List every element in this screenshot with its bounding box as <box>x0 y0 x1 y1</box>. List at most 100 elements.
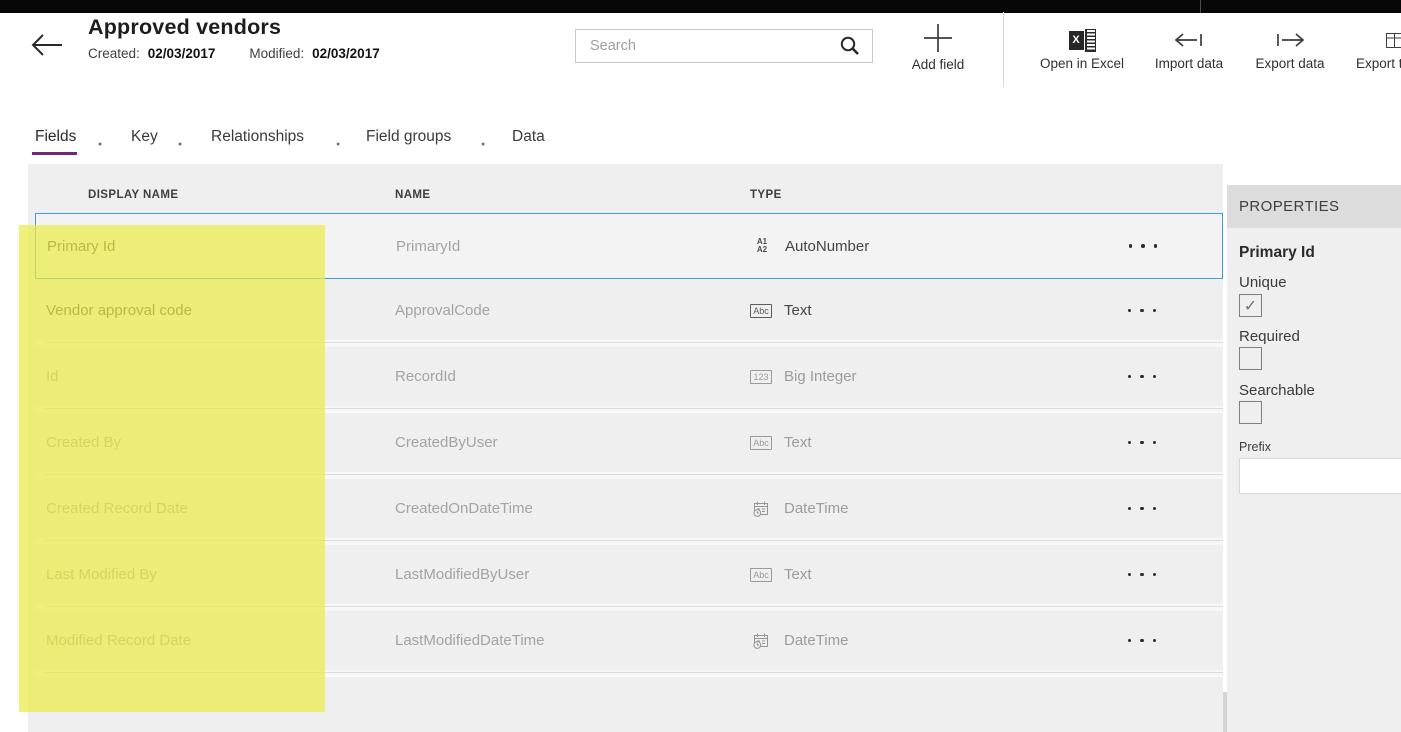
calendar-clock-icon <box>748 500 774 518</box>
plus-icon <box>898 22 978 56</box>
export-template-label: Export t <box>1356 56 1401 71</box>
row-type: AutoNumber <box>785 238 869 255</box>
top-bar-divider <box>1200 0 1201 13</box>
row-name: LastModifiedByUser <box>395 545 529 604</box>
row-display-name: Vendor approval code <box>46 281 192 340</box>
table-row-approval-code[interactable]: Vendor approval code ApprovalCode Abc Te… <box>35 281 1223 340</box>
open-in-excel-label: Open in Excel <box>1032 56 1132 71</box>
import-arrow-icon <box>1147 24 1231 56</box>
calendar-clock-icon <box>748 632 774 650</box>
unique-checkbox[interactable] <box>1239 294 1262 317</box>
row-type: Text <box>784 434 812 451</box>
row-actions-ellipsis[interactable] <box>1111 214 1175 278</box>
active-tab-underline <box>32 152 77 155</box>
searchable-checkbox[interactable] <box>1239 401 1262 424</box>
row-type: Text <box>784 302 812 319</box>
required-label: Required <box>1239 328 1300 345</box>
row-actions-ellipsis[interactable] <box>1110 479 1174 538</box>
number-123-icon: 123 <box>748 370 774 384</box>
row-display-name: Created By <box>46 413 121 472</box>
row-actions-ellipsis[interactable] <box>1110 281 1174 340</box>
window-top-bar <box>0 0 1401 13</box>
excel-icon: X <box>1032 24 1132 56</box>
tab-relationships[interactable]: Relationships <box>211 128 304 146</box>
tab-fields[interactable]: Fields <box>35 128 76 146</box>
row-type: Text <box>784 566 812 583</box>
row-actions-ellipsis[interactable] <box>1110 611 1174 670</box>
tab-separator-dot <box>98 133 104 139</box>
row-display-name: Created Record Date <box>46 479 188 538</box>
modified-date: 02/03/2017 <box>312 46 380 61</box>
tab-data[interactable]: Data <box>512 128 545 146</box>
row-type: DateTime <box>784 500 848 517</box>
table-row-record-id[interactable]: Id RecordId 123 Big Integer <box>35 347 1223 406</box>
add-field-label: Add field <box>912 57 965 72</box>
row-name: CreatedByUser <box>395 413 498 472</box>
row-type: Big Integer <box>784 368 857 385</box>
search-icon[interactable] <box>838 34 868 58</box>
row-display-name: Primary Id <box>47 214 115 278</box>
back-button[interactable] <box>28 30 66 60</box>
export-template-button[interactable]: Export t <box>1356 24 1401 82</box>
back-arrow-icon <box>28 30 66 60</box>
column-header-type: TYPE <box>750 189 782 201</box>
row-divider <box>35 405 1223 413</box>
row-display-name: Modified Record Date <box>46 611 191 670</box>
export-data-label: Export data <box>1248 56 1332 71</box>
table-row-modified-on[interactable]: Modified Record Date LastModifiedDateTim… <box>35 611 1223 670</box>
modified-label: Modified: <box>249 46 304 61</box>
open-in-excel-button[interactable]: X Open in Excel <box>1032 24 1132 82</box>
import-data-label: Import data <box>1147 56 1231 71</box>
unique-label: Unique <box>1239 274 1287 291</box>
text-abc-icon: Abc <box>748 568 774 582</box>
toolbar-divider <box>1003 12 1004 87</box>
add-field-button[interactable]: Add field <box>898 22 978 80</box>
import-data-button[interactable]: Import data <box>1147 24 1231 82</box>
row-name: CreatedOnDateTime <box>395 479 533 538</box>
row-name: RecordId <box>395 347 456 406</box>
row-divider <box>35 471 1223 479</box>
text-abc-icon: Abc <box>748 436 774 450</box>
tab-separator-dot <box>481 133 487 139</box>
table-row-primary-id[interactable]: Primary Id PrimaryId A1A2 AutoNumber <box>35 213 1223 279</box>
column-header-name: NAME <box>395 189 430 201</box>
row-name: PrimaryId <box>396 214 460 278</box>
row-name: ApprovalCode <box>395 281 490 340</box>
text-abc-icon: Abc <box>748 304 774 318</box>
column-header-display-name: DISPLAY NAME <box>88 189 178 201</box>
created-label: Created: <box>88 46 140 61</box>
entity-meta: Created: 02/03/2017 Modified: 02/03/2017 <box>88 46 380 61</box>
table-row-created-by[interactable]: Created By CreatedByUser Abc Text <box>35 413 1223 472</box>
grid-table-icon <box>1356 24 1401 56</box>
row-type: DateTime <box>784 632 848 649</box>
row-display-name: Id <box>46 347 59 406</box>
tab-key[interactable]: Key <box>131 128 158 146</box>
row-actions-ellipsis[interactable] <box>1110 347 1174 406</box>
row-name: LastModifiedDateTime <box>395 611 545 670</box>
autonumber-icon: A1A2 <box>749 238 775 255</box>
properties-panel: PROPERTIES Primary Id Unique Required Se… <box>1227 185 1401 732</box>
search-input[interactable] <box>576 30 834 62</box>
properties-panel-header: PROPERTIES <box>1227 185 1401 228</box>
row-divider <box>35 339 1223 347</box>
row-divider <box>35 603 1223 611</box>
row-divider <box>35 669 1223 677</box>
tab-separator-dot <box>336 133 342 139</box>
required-checkbox[interactable] <box>1239 347 1262 370</box>
row-actions-ellipsis[interactable] <box>1110 545 1174 604</box>
page-title: Approved vendors <box>88 15 281 40</box>
export-arrow-icon <box>1248 24 1332 56</box>
table-row-modified-by[interactable]: Last Modified By LastModifiedByUser Abc … <box>35 545 1223 604</box>
created-date: 02/03/2017 <box>148 46 216 61</box>
selected-field-name: Primary Id <box>1239 244 1315 262</box>
search-box <box>575 29 873 63</box>
prefix-input[interactable] <box>1239 458 1401 494</box>
prefix-label: Prefix <box>1239 440 1271 454</box>
searchable-label: Searchable <box>1239 382 1315 399</box>
tab-separator-dot <box>178 133 184 139</box>
table-row-created-on[interactable]: Created Record Date CreatedOnDateTime Da… <box>35 479 1223 538</box>
export-data-button[interactable]: Export data Export data <box>1248 24 1332 82</box>
row-actions-ellipsis[interactable] <box>1110 413 1174 472</box>
row-display-name: Last Modified By <box>46 545 157 604</box>
tab-field-groups[interactable]: Field groups <box>366 128 451 146</box>
